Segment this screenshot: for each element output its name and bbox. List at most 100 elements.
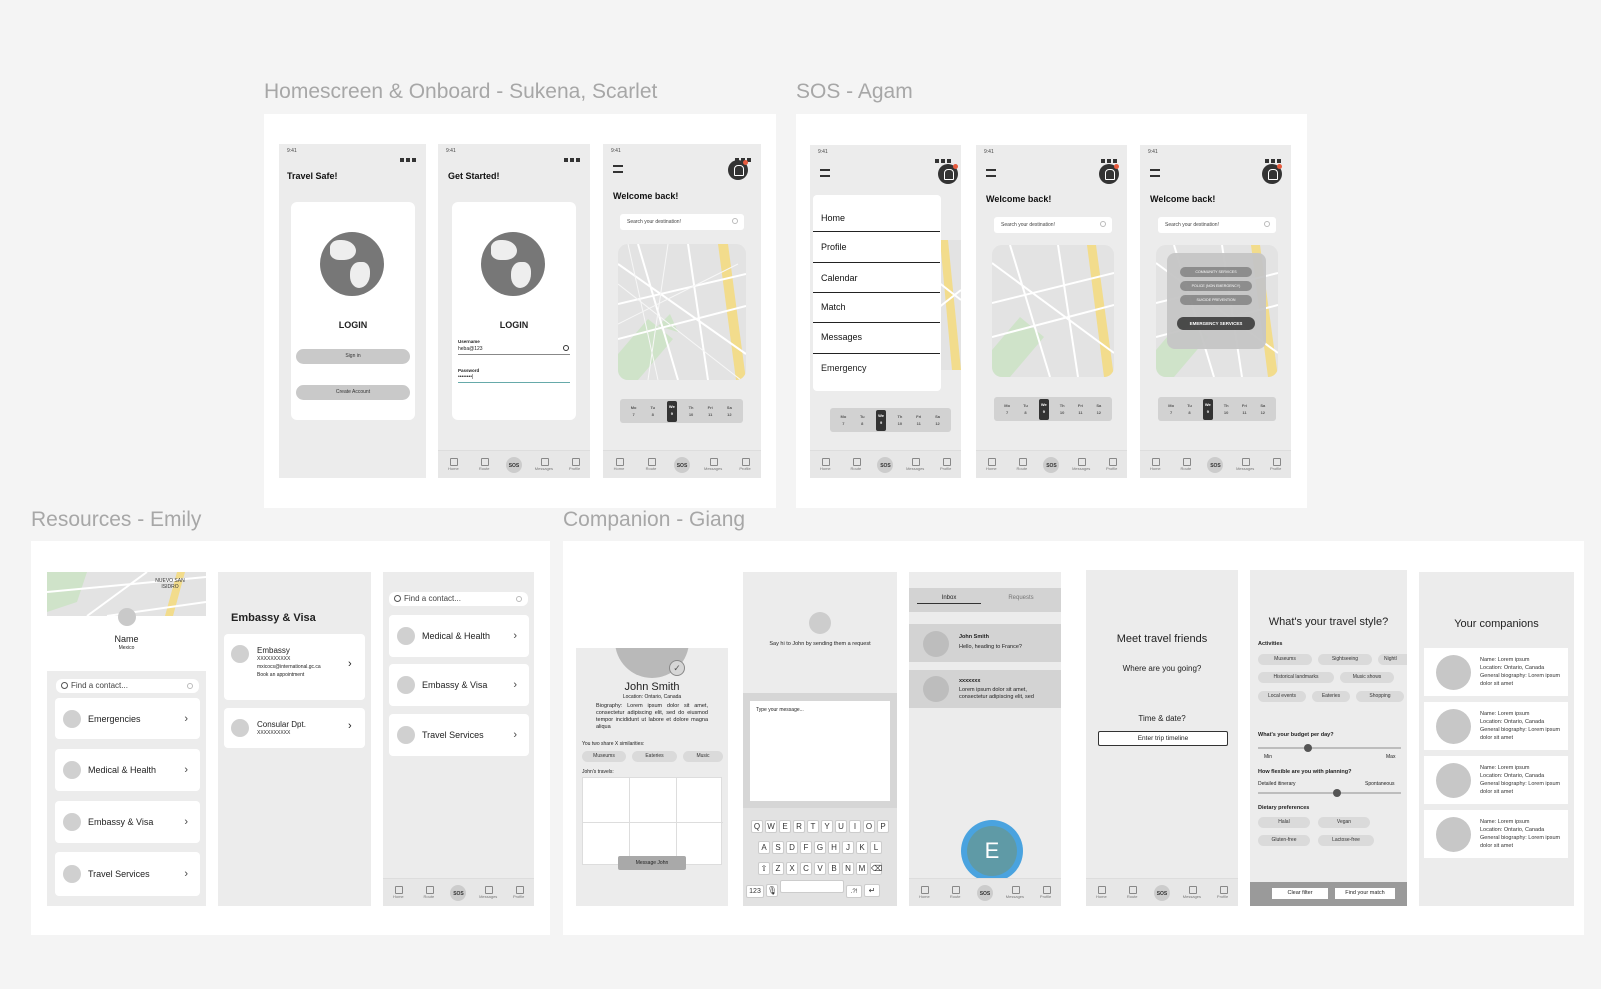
key[interactable]: R: [793, 820, 805, 833]
cal-day[interactable]: Tu 8: [648, 404, 658, 418]
nav-route[interactable]: Route: [1013, 458, 1031, 471]
key[interactable]: Y: [821, 820, 833, 833]
embassy-email[interactable]: mxicocs@international.gc.ca: [257, 664, 321, 670]
nav-home[interactable]: Home: [610, 458, 628, 471]
week-calendar[interactable]: Mo 7 Tu 8 We 9 Th 10 Fri 11 Sa 12: [994, 397, 1112, 421]
tab-requests[interactable]: Requests: [989, 595, 1053, 601]
key[interactable]: P: [877, 820, 889, 833]
category-medical[interactable]: Medical & Health ›: [389, 615, 529, 657]
nav-sos-button[interactable]: SOS: [505, 456, 522, 473]
clear-filter-button[interactable]: Clear filter: [1272, 888, 1328, 899]
sos-bell-icon[interactable]: [938, 164, 958, 184]
key[interactable]: D: [786, 841, 798, 854]
menu-icon[interactable]: [820, 169, 830, 177]
nav-route[interactable]: Route: [1123, 886, 1141, 899]
sos-bell-icon[interactable]: [1262, 164, 1282, 184]
nav-profile[interactable]: Profile: [510, 886, 528, 899]
user-fab[interactable]: E: [961, 820, 1023, 882]
nav-home[interactable]: Home: [816, 458, 834, 471]
key[interactable]: G: [814, 841, 826, 854]
slider-thumb[interactable]: [1332, 789, 1341, 797]
find-contact-input[interactable]: Find a contact...: [56, 679, 199, 693]
category-travel[interactable]: Travel Services ›: [389, 714, 529, 756]
emergency-services-button[interactable]: EMERGENCY SERVICES: [1177, 317, 1255, 330]
sign-in-button[interactable]: Sign in: [296, 349, 410, 364]
cal-day[interactable]: Mo 7: [1166, 402, 1176, 416]
nav-home[interactable]: Home: [389, 886, 407, 899]
key[interactable]: C: [800, 862, 812, 875]
menu-emergency[interactable]: Emergency: [821, 363, 867, 373]
cal-day[interactable]: Th 10: [686, 404, 696, 418]
nav-profile[interactable]: Profile: [937, 458, 955, 471]
shift-key-icon[interactable]: ⇧: [758, 862, 770, 875]
cal-day[interactable]: Tu 8: [857, 413, 867, 427]
consular-card[interactable]: Consular Dpt. XXXXXXXXXX ›: [224, 708, 365, 748]
cal-day-selected[interactable]: We 9: [666, 400, 677, 422]
nav-route[interactable]: Route: [1177, 458, 1195, 471]
menu-messages[interactable]: Messages: [813, 328, 940, 354]
nav-route[interactable]: Route: [420, 886, 438, 899]
cal-day[interactable]: Sa 12: [933, 413, 943, 427]
numbers-key[interactable]: 123: [746, 885, 764, 898]
nav-sos-button[interactable]: SOS: [976, 884, 993, 901]
mic-key-icon[interactable]: 🎙: [766, 884, 778, 897]
menu-match[interactable]: Match: [813, 298, 940, 323]
nav-profile[interactable]: Profile: [1267, 458, 1285, 471]
search-input[interactable]: Search your destination!: [620, 214, 744, 230]
key[interactable]: T: [807, 820, 819, 833]
cal-day[interactable]: Fri 11: [914, 413, 924, 427]
cal-day[interactable]: Mo 7: [838, 413, 848, 427]
message-john-button[interactable]: Message John: [618, 856, 686, 870]
nav-home[interactable]: Home: [915, 886, 933, 899]
companion-card[interactable]: Name: Lorem ipsum Location: Ontario, Cana…: [1424, 702, 1568, 750]
menu-icon[interactable]: [986, 169, 996, 177]
nav-home[interactable]: Home: [1092, 886, 1110, 899]
key[interactable]: W: [765, 820, 777, 833]
category-emergencies[interactable]: Emergencies ›: [55, 698, 200, 739]
key[interactable]: O: [863, 820, 875, 833]
activity-chip[interactable]: Sightseeing: [1318, 654, 1372, 665]
return-key-icon[interactable]: ↵: [864, 884, 880, 897]
nav-profile[interactable]: Profile: [566, 458, 584, 471]
cal-day-selected[interactable]: We 9: [1038, 398, 1049, 420]
activity-chip[interactable]: Museums: [1258, 654, 1312, 665]
diet-chip[interactable]: Vegan: [1318, 817, 1370, 828]
suicide-prevention-button[interactable]: SUICIDE PREVENTION: [1180, 295, 1252, 305]
cal-day[interactable]: Th 10: [1057, 402, 1067, 416]
menu-icon[interactable]: [1150, 169, 1160, 177]
cal-day[interactable]: Th 10: [1221, 402, 1231, 416]
category-travel[interactable]: Travel Services ›: [55, 852, 200, 896]
embassy-card[interactable]: Embassy XXXXXXXXXX mxicocs@international…: [224, 634, 365, 700]
space-key[interactable]: [780, 880, 844, 893]
tab-inbox[interactable]: Inbox: [917, 595, 981, 604]
key[interactable]: B: [828, 862, 840, 875]
nav-sos-button[interactable]: SOS: [1043, 456, 1060, 473]
week-calendar[interactable]: Mo 7 Tu 8 We 9 Th 10 Fri 11 Sa 12: [1158, 397, 1276, 421]
companion-card[interactable]: Name: Lorem ipsum Location: Ontario, Cana…: [1424, 810, 1568, 858]
companion-card[interactable]: Name: Lorem ipsum Location: Ontario, Cana…: [1424, 648, 1568, 696]
punct-key[interactable]: .?!: [846, 885, 862, 898]
key[interactable]: N: [842, 862, 854, 875]
cal-day[interactable]: Mo 7: [629, 404, 639, 418]
activity-chip[interactable]: Nightl: [1378, 654, 1407, 665]
nav-home[interactable]: Home: [444, 458, 462, 471]
message-input[interactable]: Type your message...: [750, 701, 890, 801]
diet-chip[interactable]: Halal: [1258, 817, 1310, 828]
cal-day-selected[interactable]: We 9: [1202, 398, 1213, 420]
category-embassy[interactable]: Embassy & Visa ›: [389, 664, 529, 706]
nav-profile[interactable]: Profile: [1037, 886, 1055, 899]
search-input[interactable]: Search your destination!: [994, 217, 1112, 233]
key[interactable]: V: [814, 862, 826, 875]
destination-prompt[interactable]: Where are you going?: [1086, 664, 1238, 673]
key[interactable]: U: [835, 820, 847, 833]
menu-profile[interactable]: Profile: [813, 238, 940, 263]
cal-day[interactable]: Tu 8: [1184, 402, 1194, 416]
find-contact-input[interactable]: Find a contact...: [389, 592, 528, 606]
key[interactable]: E: [779, 820, 791, 833]
activity-chip[interactable]: Eateries: [1312, 691, 1350, 702]
cal-day[interactable]: Sa 12: [1094, 402, 1104, 416]
cal-day-selected[interactable]: We 9: [876, 409, 887, 431]
nav-profile[interactable]: Profile: [1103, 458, 1121, 471]
cal-day[interactable]: Fri 11: [1239, 402, 1249, 416]
nav-sos-button[interactable]: SOS: [674, 456, 690, 473]
